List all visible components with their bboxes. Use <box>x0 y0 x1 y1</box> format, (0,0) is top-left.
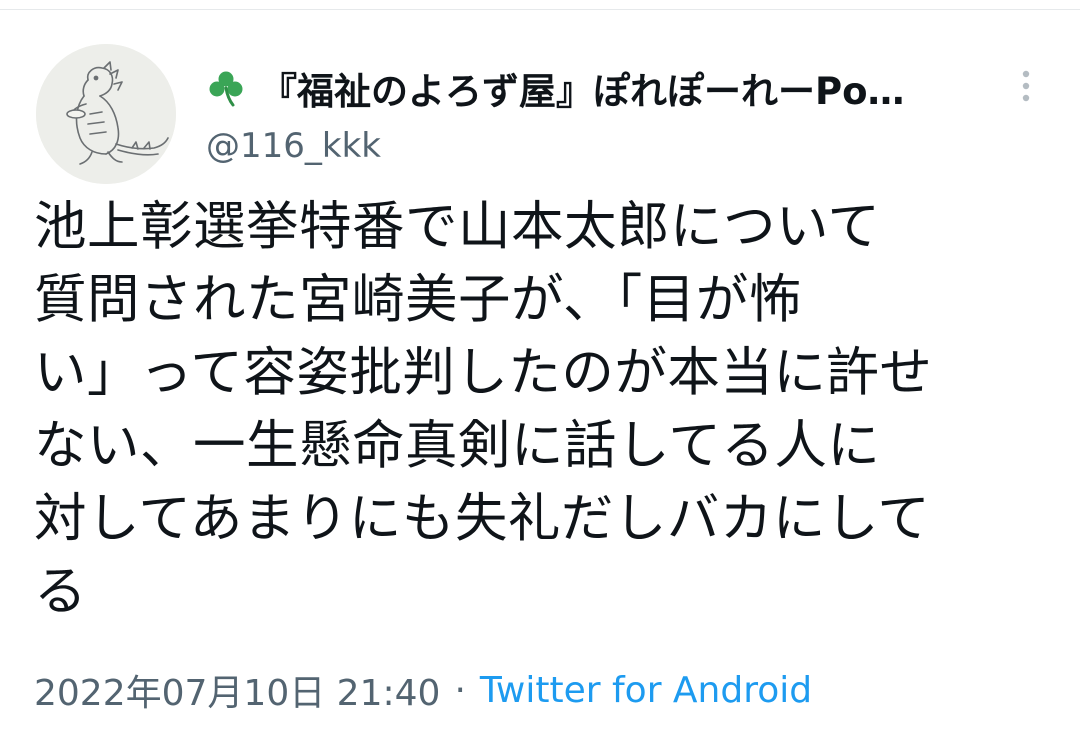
author-name-row[interactable]: 『福祉のよろず屋』ぽれぽーれーPo… <box>206 62 905 114</box>
client-link[interactable]: Twitter for Android <box>480 670 812 711</box>
avatar[interactable] <box>36 44 176 184</box>
author-handle[interactable]: @116_kkk <box>206 124 381 168</box>
tweet-text: 池上彰選挙特番で山本太郎について 質問された宮崎美子が、「目が怖 い」って容姿批… <box>34 196 933 622</box>
tweet-meta: 2022年07月10日 21:40 · Twitter for Android <box>34 664 812 716</box>
more-options-button[interactable] <box>1008 62 1044 112</box>
more-vertical-icon <box>1022 70 1030 102</box>
meta-separator: · <box>454 669 466 711</box>
tweet-timestamp[interactable]: 2022年07月10日 21:40 <box>34 664 440 716</box>
godzilla-sketch-avatar-icon <box>36 44 176 184</box>
author-display-name: 『福祉のよろず屋』ぽれぽーれーPo… <box>260 70 905 113</box>
top-divider <box>0 0 1080 10</box>
shamrock-icon <box>206 68 246 108</box>
